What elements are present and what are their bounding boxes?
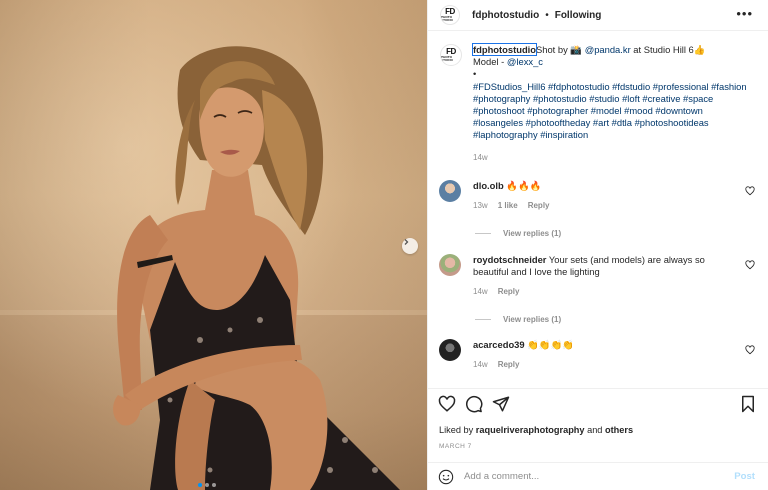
header-separator: • (545, 9, 549, 21)
view-replies-button[interactable]: View replies (1) (475, 229, 561, 238)
mention-link[interactable]: @lexx_c (507, 56, 543, 67)
post-caption: FD PHOTO STUDIO fdphotostudioShot by 📸 @… (440, 43, 760, 164)
post-header: FD PHOTO STUDIO fdphotostudio • Followin… (428, 0, 768, 31)
carousel-dot (212, 483, 216, 487)
caption-line1-text: Shot by 📸 (536, 44, 585, 55)
comment-meta: 14w Reply (473, 359, 733, 371)
reply-button[interactable]: Reply (528, 200, 550, 212)
comments-list[interactable]: FD PHOTO STUDIO fdphotostudioShot by 📸 @… (428, 32, 768, 388)
heart-icon[interactable] (438, 395, 456, 413)
reply-button[interactable]: Reply (498, 359, 520, 371)
carousel-dot (205, 483, 209, 487)
comment-meta: 14w Reply (473, 286, 733, 298)
post-details-pane: FD PHOTO STUDIO fdphotostudio • Followin… (427, 0, 768, 490)
comment-body: acarcedo39 👏👏👏👏 14w Reply (473, 339, 733, 371)
comment-heart-icon[interactable] (745, 345, 755, 355)
reply-button[interactable]: Reply (498, 286, 520, 298)
following-button[interactable]: Following (555, 10, 602, 21)
photo-model-illustration (113, 46, 400, 490)
view-replies-label: View replies (1) (503, 229, 562, 238)
liked-by-text: Liked by raquelriveraphotography and oth… (439, 425, 633, 435)
more-horizontal-icon[interactable]: ••• (736, 7, 753, 20)
comment-timestamp[interactable]: 14w (473, 286, 488, 298)
commenter-avatar[interactable] (439, 254, 461, 276)
comment-composer: Post (428, 462, 768, 490)
comment-timestamp[interactable]: 13w (473, 200, 488, 212)
view-replies-label: View replies (1) (503, 315, 562, 324)
post-date[interactable]: MARCH 7 (439, 443, 472, 450)
caption-line1-rest: at Studio Hill 6👍 (630, 44, 706, 55)
comment-heart-icon[interactable] (745, 186, 755, 196)
comment-heart-icon[interactable] (745, 260, 755, 270)
caption-timestamp[interactable]: 14w (473, 152, 749, 164)
comment-body: dlo.olb 🔥🔥🔥 13w 1 like Reply (473, 180, 733, 212)
caption-username[interactable]: fdphotostudio (472, 43, 537, 56)
commenter-avatar[interactable] (439, 339, 461, 361)
comment-item: dlo.olb 🔥🔥🔥 13w 1 like Reply (439, 180, 759, 212)
comment-username[interactable]: roydotschneider (473, 254, 546, 265)
bookmark-icon[interactable] (739, 395, 757, 413)
comment-text: 👏👏👏👏 (527, 339, 574, 350)
comment-username[interactable]: acarcedo39 (473, 339, 525, 350)
post-action-bar (438, 395, 763, 417)
view-replies-button[interactable]: View replies (1) (475, 315, 561, 324)
avatar-logo-subtext: PHOTO STUDIO (441, 55, 453, 62)
comment-like-count[interactable]: 1 like (498, 200, 518, 212)
replies-divider (475, 319, 491, 320)
mention-link[interactable]: @panda.kr (585, 44, 631, 55)
post-comment-button[interactable]: Post (734, 471, 755, 482)
avatar-logo-subtext: PHOTO STUDIO (441, 15, 453, 22)
liked-by-middle: and (584, 425, 605, 435)
liked-by-others[interactable]: others (605, 425, 633, 435)
author-avatar[interactable]: FD PHOTO STUDIO (440, 5, 460, 25)
emoji-icon[interactable] (438, 469, 454, 485)
caption-line2-text: Model - (473, 56, 507, 68)
caption-author-avatar[interactable]: FD PHOTO STUDIO (440, 44, 462, 66)
comment-icon[interactable] (465, 395, 483, 413)
comment-username[interactable]: dlo.olb (473, 180, 504, 191)
caption-text: fdphotostudioShot by 📸 @panda.kr at Stud… (472, 43, 749, 164)
chevron-right-icon (404, 239, 409, 245)
comment-text: 🔥🔥🔥 (506, 180, 542, 191)
carousel-indicator (198, 483, 216, 487)
liked-by-prefix: Liked by (439, 425, 476, 435)
commenter-avatar[interactable] (439, 180, 461, 202)
comment-input[interactable] (464, 471, 724, 482)
author-username[interactable]: fdphotostudio (472, 10, 539, 21)
comment-item: acarcedo39 👏👏👏👏 14w Reply (439, 339, 759, 371)
next-photo-button[interactable] (402, 238, 418, 254)
replies-divider (475, 233, 491, 234)
liked-by-user[interactable]: raquelriveraphotography (476, 425, 585, 435)
comment-timestamp[interactable]: 14w (473, 359, 488, 371)
comment-body: roydotschneider Your sets (and models) a… (473, 254, 733, 299)
post-photo[interactable] (0, 0, 427, 490)
caption-hashtags[interactable]: #FDStudios_Hill6 #fdphotostudio #fdstudi… (473, 81, 747, 141)
share-icon[interactable] (492, 395, 510, 413)
comment-meta: 13w 1 like Reply (473, 200, 733, 212)
carousel-dot-active (198, 483, 202, 487)
actions-divider (428, 388, 768, 389)
caption-bullet: • (473, 68, 477, 80)
comment-item: roydotschneider Your sets (and models) a… (439, 254, 759, 299)
